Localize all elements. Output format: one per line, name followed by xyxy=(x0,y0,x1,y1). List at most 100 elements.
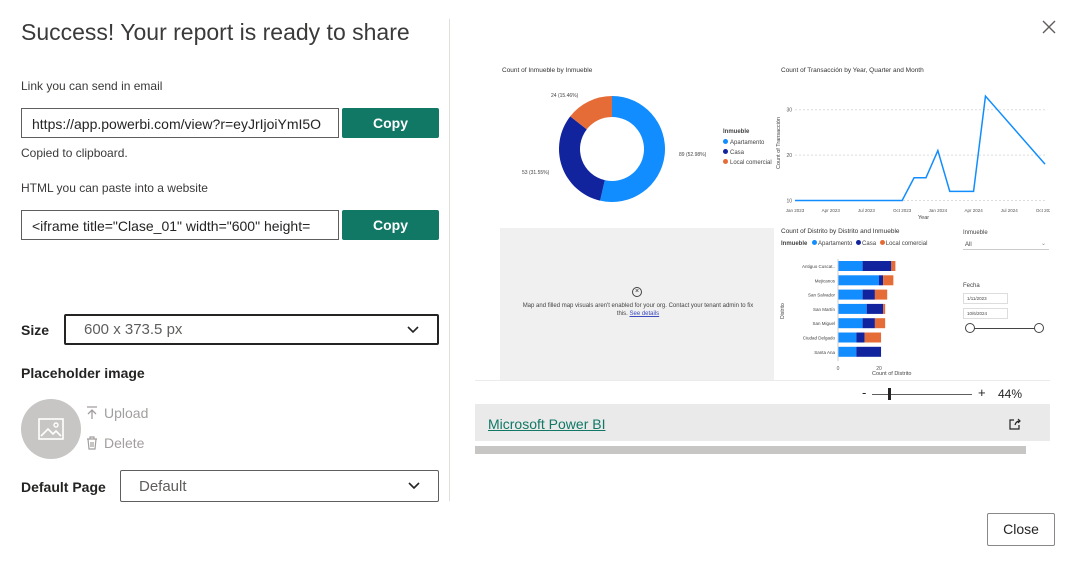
html-label: HTML you can paste into a website xyxy=(21,181,208,195)
bar-segment xyxy=(862,318,875,329)
donut-legend: Apartamento Casa Local comercial xyxy=(723,139,772,169)
zoom-bar: - + 44% xyxy=(475,380,1050,404)
donut-legend-title: Inmueble xyxy=(723,129,750,135)
bar-category-label: San Martín xyxy=(813,307,836,312)
copy-html-button[interactable]: Copy xyxy=(342,210,439,240)
x-tick-label: Jul 2024 xyxy=(1001,208,1019,213)
size-select[interactable]: 600 x 373.5 px xyxy=(64,314,439,345)
chevron-down-icon xyxy=(407,323,419,337)
y-tick-label: 20 xyxy=(786,153,792,159)
upload-label: Upload xyxy=(104,405,149,421)
slicer-fecha-label: Fecha xyxy=(963,283,980,289)
date-slider[interactable] xyxy=(968,328,1040,329)
slicer-inmueble-label: Inmueble xyxy=(963,230,988,236)
bar-segment xyxy=(879,275,884,286)
bar-segment xyxy=(883,275,894,286)
chevron-down-icon: ⌄ xyxy=(1041,241,1047,247)
legend-item: Casa xyxy=(723,149,772,159)
copy-link-button[interactable]: Copy xyxy=(342,108,439,138)
zoom-in-button[interactable]: + xyxy=(978,385,986,400)
donut-label-apartamento: 89 (52.98%) xyxy=(679,152,707,158)
line-chart-title: Count of Transacción by Year, Quarter an… xyxy=(781,67,924,74)
bar-category-label: Mejicanos xyxy=(815,278,836,283)
bar-chart-xlabel: Count of Distrito xyxy=(872,371,912,377)
bar-segment xyxy=(838,318,863,329)
bar-segment xyxy=(874,289,888,300)
x-tick-label: Oct 2023 xyxy=(893,208,912,213)
powerbi-link[interactable]: Microsoft Power BI xyxy=(488,416,605,432)
dialog-title: Success! Your report is ready to share xyxy=(21,19,410,45)
y-tick-label: 30 xyxy=(786,108,792,114)
map-message: Map and filled map visuals aren't enable… xyxy=(522,303,754,317)
close-icon[interactable] xyxy=(1040,18,1058,36)
delete-button[interactable]: Delete xyxy=(86,435,144,451)
bar-segment xyxy=(856,346,882,357)
html-field[interactable]: <iframe title="Clase_01" width="600" hei… xyxy=(21,210,339,240)
blocked-icon: × xyxy=(632,287,642,297)
zoom-slider-thumb[interactable] xyxy=(888,388,891,400)
copied-message: Copied to clipboard. xyxy=(21,146,128,160)
donut-slice-casa xyxy=(559,116,605,201)
date-slider-handle-start[interactable] xyxy=(965,323,975,333)
donut-label-casa: 53 (31.55%) xyxy=(522,170,550,176)
x-tick-label: Jul 2023 xyxy=(858,208,876,213)
x-tick-label: Apr 2024 xyxy=(964,208,983,213)
bar-chart: Antiguo Cuscat.. Mejicanos San Salvador San… xyxy=(780,259,896,372)
horizontal-scrollbar[interactable] xyxy=(475,446,1026,454)
size-select-value: 600 x 373.5 px xyxy=(84,321,183,338)
zoom-out-button[interactable]: - xyxy=(862,385,866,400)
date-to-field[interactable]: 10/6/2024 xyxy=(963,308,1008,319)
bar-segment xyxy=(838,289,863,300)
default-page-value: Default xyxy=(139,477,187,495)
legend-item: Apartamento xyxy=(723,139,772,149)
bar-segment xyxy=(862,289,875,300)
chevron-down-icon xyxy=(408,479,420,493)
bar-segment xyxy=(874,318,886,329)
bar-segment xyxy=(838,332,857,343)
bar-segment xyxy=(862,261,892,271)
delete-label: Delete xyxy=(104,435,145,451)
close-button[interactable]: Close xyxy=(987,513,1055,546)
line-chart-ylabel: Count of Transacción xyxy=(775,117,782,169)
default-page-select[interactable]: Default xyxy=(120,470,439,502)
bar-segment xyxy=(838,346,857,357)
bar-segment xyxy=(883,303,886,314)
report-footer: Microsoft Power BI xyxy=(475,404,1050,441)
date-slider-handle-end[interactable] xyxy=(1034,323,1044,333)
link-field[interactable]: https://app.powerbi.com/view?r=eyJrIjoiY… xyxy=(21,108,339,138)
bar-category-label: Antiguo Cuscat.. xyxy=(802,264,835,269)
x-tick-label: Apr 2023 xyxy=(822,208,841,213)
bar-segment xyxy=(856,332,865,343)
x-tick-label: Jan 2024 xyxy=(929,208,948,213)
x-tick-label: Oct 2024 xyxy=(1036,208,1050,213)
donut-label-local: 24 (15.46%) xyxy=(551,93,579,99)
report-preview[interactable]: Count of Inmueble by Inmueble 24 (15.46%… xyxy=(475,55,1050,385)
bar-segment xyxy=(838,275,879,286)
zoom-value: 44% xyxy=(998,387,1023,401)
share-icon[interactable] xyxy=(1008,417,1022,431)
bar-chart-ylabel: Distrito xyxy=(780,303,786,319)
bar-category-label: San Salvador xyxy=(808,293,836,298)
slicer-inmueble-select[interactable]: All ⌄ xyxy=(963,240,1049,250)
date-from-field[interactable]: 1/11/2023 xyxy=(963,293,1008,304)
upload-button[interactable]: Upload xyxy=(86,405,148,421)
bar-segment xyxy=(838,303,867,314)
bar-segment xyxy=(866,303,884,314)
y-tick-label: 10 xyxy=(786,198,792,204)
zoom-slider[interactable] xyxy=(872,394,972,395)
vertical-divider xyxy=(449,19,450,501)
bar-segment xyxy=(838,261,863,271)
line-series xyxy=(795,94,1046,202)
slicer-inmueble-value: All xyxy=(965,242,972,248)
default-page-label: Default Page xyxy=(21,479,106,495)
image-icon xyxy=(38,418,64,440)
line-chart-xlabel: Year xyxy=(918,215,930,221)
legend-item: Local comercial xyxy=(723,159,772,169)
placeholder-label: Placeholder image xyxy=(21,365,145,381)
trash-icon xyxy=(87,436,97,450)
size-label: Size xyxy=(21,322,50,338)
bar-segment xyxy=(891,261,896,271)
map-placeholder: × Map and filled map visuals aren't enab… xyxy=(500,228,774,380)
bar-category-label: Ciudad Delgado xyxy=(803,336,836,341)
see-details-link[interactable]: See details xyxy=(630,311,660,317)
